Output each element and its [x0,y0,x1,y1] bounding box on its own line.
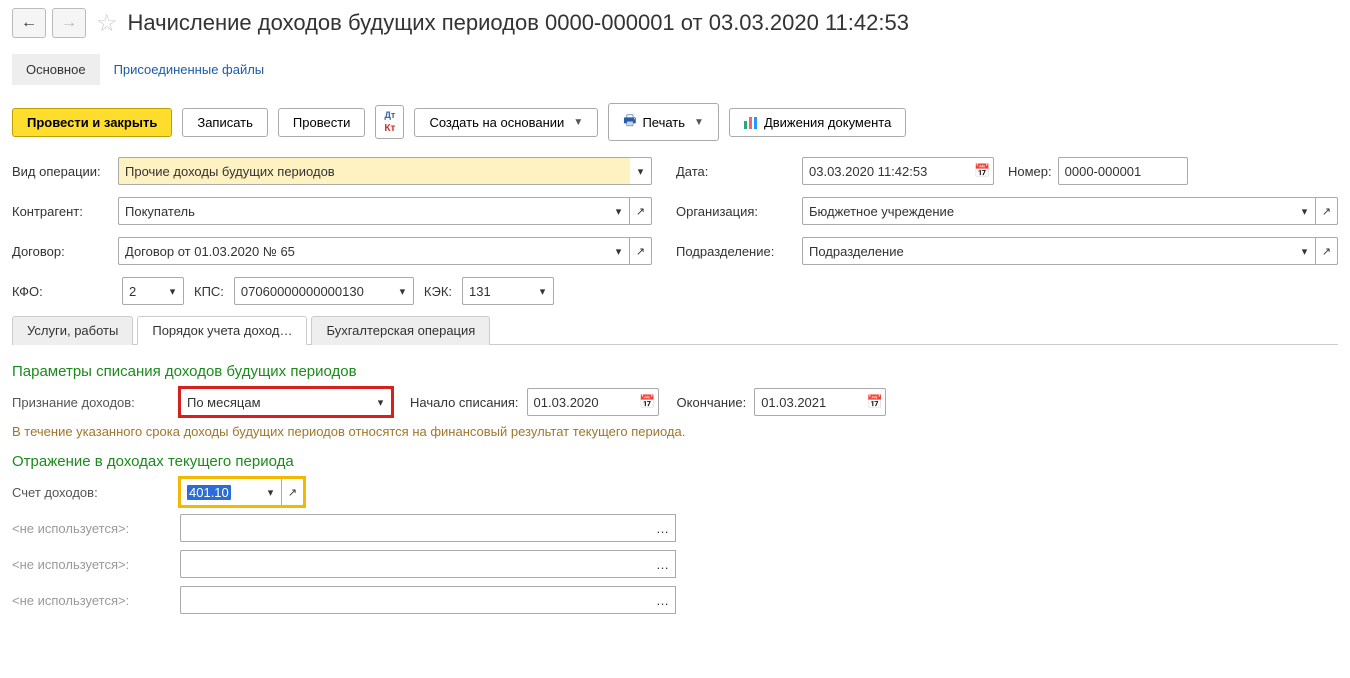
department-dropdown[interactable]: ▾ [1294,237,1316,265]
op-type-dropdown[interactable]: ▾ [630,157,652,185]
print-button[interactable]: 🖶 Печать ▼ [608,103,719,141]
unused-input-2[interactable] [180,550,650,578]
counterparty-open[interactable]: ↗ [630,197,652,225]
department-input[interactable]: Подразделение [802,237,1294,265]
open-icon: ↗ [288,486,297,499]
label-end: Окончание: [677,395,747,410]
post-button[interactable]: Провести [278,108,366,137]
contract-open[interactable]: ↗ [630,237,652,265]
label-unused-2: <не используется>: [12,557,172,572]
counterparty-input[interactable]: Покупатель [118,197,608,225]
section-current-income-title: Отражение в доходах текущего периода [12,453,1338,470]
kps-dropdown[interactable]: ▾ [392,277,414,305]
chevron-down-icon: ▼ [694,117,704,128]
label-kek: КЭК: [424,284,452,299]
kps-input[interactable]: 07060000000000130 [234,277,392,305]
label-kfo: КФО: [12,284,112,299]
department-open[interactable]: ↗ [1316,237,1338,265]
counterparty-dropdown[interactable]: ▾ [608,197,630,225]
kfo-input[interactable]: 2 [122,277,162,305]
movements-label: Движения документа [764,115,891,130]
start-date-input[interactable]: 01.03.2020 [527,388,637,416]
calendar-icon: 📅 [639,394,655,410]
label-contract: Договор: [12,244,112,259]
post-and-close-button[interactable]: Провести и закрыть [12,108,172,137]
unused-picker-2[interactable]: … [650,550,676,578]
kfo-dropdown[interactable]: ▾ [162,277,184,305]
label-organization: Организация: [676,204,796,219]
back-button[interactable]: ← [12,8,46,38]
start-date-calendar[interactable]: 📅 [637,388,659,416]
unused-input-1[interactable] [180,514,650,542]
kek-dropdown[interactable]: ▾ [532,277,554,305]
kek-input[interactable]: 131 [462,277,532,305]
calendar-icon: 📅 [867,394,883,410]
open-icon: ↗ [1322,245,1331,258]
save-button[interactable]: Записать [182,108,268,137]
number-input[interactable]: 0000-000001 [1058,157,1188,185]
contract-input[interactable]: Договор от 01.03.2020 № 65 [118,237,608,265]
subtab-files[interactable]: Присоединенные файлы [100,54,279,85]
income-account-input[interactable]: 401.10 [180,478,260,506]
forward-button[interactable]: → [52,8,86,38]
label-income-account: Счет доходов: [12,485,172,500]
end-date-calendar[interactable]: 📅 [864,388,886,416]
label-recognition: Признание доходов: [12,395,172,410]
favorite-star-icon[interactable]: ☆ [96,9,118,38]
bar-chart-icon [744,115,758,129]
date-calendar-button[interactable]: 📅 [972,157,994,185]
tab-accounting-operation[interactable]: Бухгалтерская операция [311,316,490,345]
unused-picker-3[interactable]: … [650,586,676,614]
income-account-open[interactable]: ↗ [282,478,304,506]
page-title: Начисление доходов будущих периодов 0000… [128,10,909,36]
label-unused-3: <не используется>: [12,593,172,608]
organization-open[interactable]: ↗ [1316,197,1338,225]
income-account-value: 401.10 [187,485,231,500]
subtab-main[interactable]: Основное [12,54,100,85]
calendar-icon: 📅 [974,163,990,179]
print-label: Печать [642,115,685,130]
printer-icon: 🖶 [623,110,636,134]
end-date-input[interactable]: 01.03.2021 [754,388,864,416]
section-write-off-params-title: Параметры списания доходов будущих перио… [12,363,1338,380]
label-number: Номер: [1008,164,1052,179]
create-based-on-button[interactable]: Создать на основании ▼ [414,108,598,137]
op-type-input[interactable]: Прочие доходы будущих периодов [118,157,630,185]
label-start: Начало списания: [410,395,519,410]
label-op-type: Вид операции: [12,164,112,179]
label-unused-1: <не используется>: [12,521,172,536]
label-department: Подразделение: [676,244,796,259]
open-icon: ↗ [636,205,645,218]
income-account-dropdown[interactable]: ▾ [260,478,282,506]
tab-services[interactable]: Услуги, работы [12,316,133,345]
dt-kt-icon: ДтКт [384,111,395,133]
contract-dropdown[interactable]: ▾ [608,237,630,265]
label-date: Дата: [676,164,796,179]
date-input[interactable]: 03.03.2020 11:42:53 [802,157,972,185]
open-icon: ↗ [636,245,645,258]
tab-income-order[interactable]: Порядок учета доход… [137,316,307,345]
unused-input-3[interactable] [180,586,650,614]
recognition-input[interactable]: По месяцам [180,388,370,416]
chevron-down-icon: ▼ [573,117,583,128]
label-kps: КПС: [194,284,224,299]
open-icon: ↗ [1322,205,1331,218]
document-movements-button[interactable]: Движения документа [729,108,906,137]
unused-picker-1[interactable]: … [650,514,676,542]
write-off-hint: В течение указанного срока доходы будущи… [12,424,1338,439]
organization-dropdown[interactable]: ▾ [1294,197,1316,225]
recognition-dropdown[interactable]: ▾ [370,388,392,416]
create-based-on-label: Создать на основании [429,115,564,130]
organization-input[interactable]: Бюджетное учреждение [802,197,1294,225]
label-counterparty: Контрагент: [12,204,112,219]
dt-kt-button[interactable]: ДтКт [375,105,404,139]
